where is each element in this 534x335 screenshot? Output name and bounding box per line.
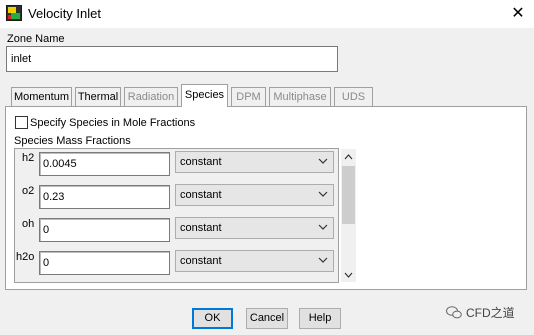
- chevron-down-icon[interactable]: [342, 268, 355, 282]
- species-method-h2o-value: constant: [180, 255, 222, 267]
- species-method-h2-value: constant: [180, 156, 222, 168]
- species-name-h2o: h2o: [16, 251, 35, 263]
- species-name-h2: h2: [22, 152, 35, 164]
- scrollbar-thumb[interactable]: [342, 166, 355, 224]
- mole-fractions-checkbox[interactable]: [15, 116, 28, 129]
- chevron-down-icon: [318, 158, 328, 164]
- watermark-text: CFD之道: [466, 306, 515, 320]
- chevron-down-icon: [318, 191, 328, 197]
- wechat-icon: [446, 306, 462, 319]
- mole-fractions-label: Specify Species in Mole Fractions: [30, 117, 196, 129]
- species-value-oh[interactable]: [39, 218, 170, 242]
- species-value-o2[interactable]: [39, 185, 170, 209]
- species-method-oh-value: constant: [180, 222, 222, 234]
- tab-uds[interactable]: UDS: [334, 87, 373, 106]
- window-title: Velocity Inlet: [28, 6, 101, 21]
- mass-fractions-label: Species Mass Fractions: [14, 135, 131, 147]
- chevron-down-icon: [318, 224, 328, 230]
- cancel-button[interactable]: Cancel: [246, 308, 288, 329]
- chevron-up-icon[interactable]: [342, 150, 355, 164]
- zone-name-input[interactable]: [6, 46, 338, 72]
- ok-button[interactable]: OK: [192, 308, 233, 329]
- tab-radiation[interactable]: Radiation: [124, 87, 178, 106]
- tab-thermal[interactable]: Thermal: [75, 87, 121, 106]
- chevron-down-icon: [318, 257, 328, 263]
- species-method-oh[interactable]: constant: [175, 217, 334, 239]
- help-button[interactable]: Help: [299, 308, 341, 329]
- species-method-o2[interactable]: constant: [175, 184, 334, 206]
- tab-momentum[interactable]: Momentum: [11, 87, 72, 106]
- species-name-oh: oh: [22, 218, 35, 230]
- species-method-o2-value: constant: [180, 189, 222, 201]
- species-method-h2[interactable]: constant: [175, 151, 334, 173]
- zone-name-label: Zone Name: [7, 33, 65, 45]
- species-method-h2o[interactable]: constant: [175, 250, 334, 272]
- app-icon: [6, 5, 22, 21]
- tab-species[interactable]: Species: [181, 84, 228, 107]
- tab-multiphase[interactable]: Multiphase: [269, 87, 331, 106]
- tab-dpm[interactable]: DPM: [231, 87, 266, 106]
- species-value-h2[interactable]: [39, 152, 170, 176]
- close-icon[interactable]: ✕: [504, 2, 532, 26]
- species-value-h2o[interactable]: [39, 251, 170, 275]
- species-name-o2: o2: [22, 185, 35, 197]
